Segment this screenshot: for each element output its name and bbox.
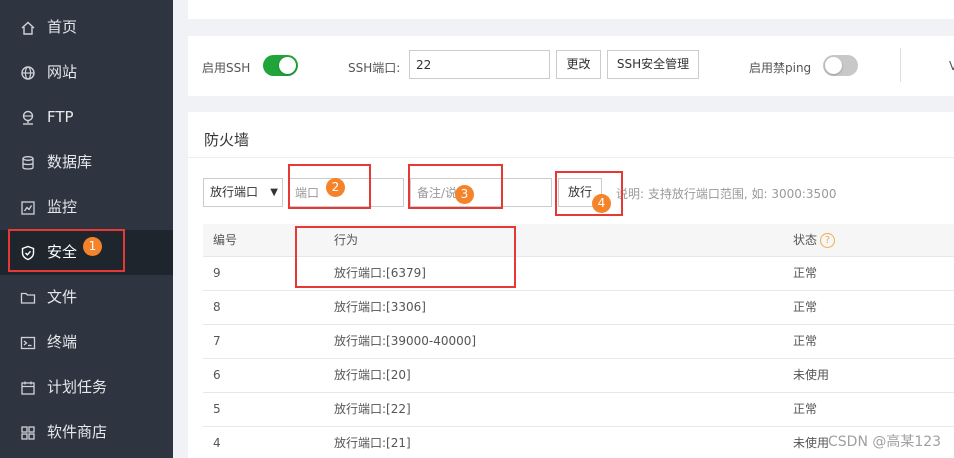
help-icon[interactable]: ? [820, 233, 836, 248]
row-action: 放行端口:[39000-40000] [334, 334, 477, 348]
divider [900, 48, 901, 82]
row-id: 4 [213, 436, 221, 450]
ping-disable-label: 启用禁ping [749, 61, 812, 75]
top-card [188, 0, 954, 19]
annotation-marker: 1 [83, 237, 102, 256]
ping-disable-toggle[interactable] [823, 55, 858, 76]
row-id: 6 [213, 368, 221, 382]
annotation-box-release [555, 171, 623, 216]
table-row: 6 放行端口:[20] 未使用 [203, 359, 954, 393]
home-icon [21, 21, 35, 35]
table-row: 8 放行端口:[3306] 正常 [203, 291, 954, 325]
sidebar-item-database[interactable]: 数据库 [0, 140, 173, 185]
sidebar-item-home[interactable]: 首页 [0, 5, 173, 50]
ssh-port-input[interactable] [409, 50, 550, 79]
row-action: 放行端口:[21] [334, 436, 411, 450]
row-id: 7 [213, 334, 221, 348]
section-title: 防火墙 [204, 131, 250, 149]
row-id: 5 [213, 402, 221, 416]
sidebar-item-website[interactable]: 网站 [0, 50, 173, 95]
ssh-port-label: SSH端口: [348, 61, 401, 75]
row-status: 未使用 [793, 368, 830, 382]
cut-off-label: V [949, 59, 954, 73]
row-action: 放行端口:[20] [334, 368, 411, 382]
sidebar-item-label: 首页 [47, 18, 78, 36]
annotation-marker: 2 [326, 178, 345, 197]
action-select-value: 放行端口 [210, 185, 259, 199]
sidebar-item-monitor[interactable]: 监控 [0, 185, 173, 230]
sidebar-item-label: 软件商店 [47, 423, 108, 441]
row-status: 正常 [793, 300, 818, 314]
sidebar-item-files[interactable]: 文件 [0, 275, 173, 320]
annotation-marker: 4 [592, 194, 611, 213]
sidebar-item-label: 监控 [47, 198, 78, 216]
globe-icon [21, 65, 35, 80]
divider [188, 157, 954, 158]
hint-text: 说明: 支持放行端口范围, 如: 3000:3500 [616, 187, 837, 201]
table-row: 5 放行端口:[22] 正常 [203, 393, 954, 427]
sidebar-item-label: 网站 [47, 63, 78, 81]
ftp-icon [22, 110, 34, 125]
watermark: CSDN @高某123 [828, 434, 942, 450]
row-action: 放行端口:[3306] [334, 300, 426, 314]
sidebar-item-label: FTP [47, 108, 74, 126]
calendar-icon [21, 381, 35, 395]
ssh-enable-toggle[interactable] [263, 55, 298, 76]
terminal-icon [20, 336, 36, 349]
header-status: 状态? [793, 224, 836, 257]
sidebar-item-terminal[interactable]: 终端 [0, 320, 173, 365]
row-id: 9 [213, 266, 221, 280]
sidebar-item-ftp[interactable]: FTP [0, 95, 173, 140]
sidebar-item-label: 文件 [47, 288, 78, 306]
annotation-marker: 3 [455, 185, 474, 204]
row-status: 未使用 [793, 436, 830, 450]
database-icon [22, 155, 34, 170]
change-port-button[interactable]: 更改 [556, 50, 601, 79]
header-id: 编号 [213, 233, 238, 247]
row-status: 正常 [793, 334, 818, 348]
chevron-down-icon: ▼ [270, 187, 278, 198]
monitor-icon [21, 200, 35, 215]
sidebar-item-label: 终端 [47, 333, 78, 351]
sidebar-item-label: 数据库 [47, 153, 93, 171]
ssh-settings-card: 启用SSH SSH端口: 更改 SSH安全管理 启用禁ping V [188, 36, 954, 96]
folder-icon [20, 292, 36, 304]
grid-icon [21, 425, 35, 440]
row-action: 放行端口:[22] [334, 402, 411, 416]
annotation-box-action-column [295, 226, 516, 288]
sidebar-item-store[interactable]: 软件商店 [0, 410, 173, 455]
annotation-box-security [8, 229, 125, 272]
sidebar-item-label: 计划任务 [47, 378, 108, 396]
ssh-enable-label: 启用SSH [202, 61, 251, 75]
row-id: 8 [213, 300, 221, 314]
sidebar-item-cron[interactable]: 计划任务 [0, 365, 173, 410]
action-select[interactable]: 放行端口 ▼ [203, 178, 283, 207]
row-status: 正常 [793, 402, 818, 416]
row-status: 正常 [793, 266, 818, 280]
annotation-box-remark [408, 164, 503, 209]
ssh-security-manage-button[interactable]: SSH安全管理 [607, 50, 699, 79]
table-row: 7 放行端口:[39000-40000] 正常 [203, 325, 954, 359]
